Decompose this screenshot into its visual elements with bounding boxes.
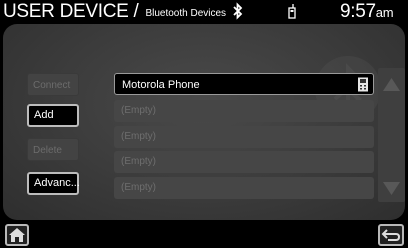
device-row-label: Motorola Phone: [122, 79, 200, 91]
clock-time: 9:57: [340, 1, 376, 22]
delete-button[interactable]: Delete: [27, 138, 79, 161]
clock: 9:57am: [340, 1, 394, 24]
back-button[interactable]: [378, 224, 404, 246]
back-icon: [381, 229, 401, 241]
device-row-empty-3[interactable]: (Empty): [114, 151, 374, 173]
device-row-empty-1[interactable]: (Empty): [114, 100, 374, 122]
page-title: USER DEVICE / Bluetooth Devices: [3, 1, 226, 25]
phone-icon: [358, 77, 368, 92]
delete-button-label: Delete: [33, 145, 62, 156]
device-row-label: (Empty): [121, 156, 156, 167]
page-subtitle: Bluetooth Devices: [145, 8, 227, 19]
add-button-label: Add: [34, 109, 54, 121]
screen: USER DEVICE / Bluetooth Devices 9:57am C…: [0, 0, 408, 248]
home-icon: [9, 228, 25, 242]
device-row-empty-4[interactable]: (Empty): [114, 177, 374, 199]
device-row-label: (Empty): [121, 182, 156, 193]
device-row-label: (Empty): [121, 105, 156, 116]
arrow-down-icon[interactable]: [381, 180, 402, 197]
advanced-button-label: Advanc...: [34, 177, 80, 189]
device-row-label: (Empty): [121, 131, 156, 142]
arrow-up-icon[interactable]: [381, 76, 402, 93]
header-bar: USER DEVICE / Bluetooth Devices 9:57am: [0, 0, 408, 24]
device-row-motorola-phone[interactable]: Motorola Phone: [114, 73, 374, 95]
footer-bar: [0, 220, 408, 248]
connect-button[interactable]: Connect: [27, 73, 79, 96]
phone-signal-icon: [288, 4, 296, 19]
connect-button-label: Connect: [33, 80, 71, 91]
page-title-text: USER DEVICE /: [3, 1, 139, 22]
advanced-button[interactable]: Advanc...: [27, 172, 80, 195]
bluetooth-icon: [233, 2, 243, 20]
clock-suffix: am: [375, 5, 394, 20]
home-button[interactable]: [5, 224, 29, 246]
device-row-empty-2[interactable]: (Empty): [114, 126, 374, 148]
add-button[interactable]: Add: [27, 104, 79, 127]
